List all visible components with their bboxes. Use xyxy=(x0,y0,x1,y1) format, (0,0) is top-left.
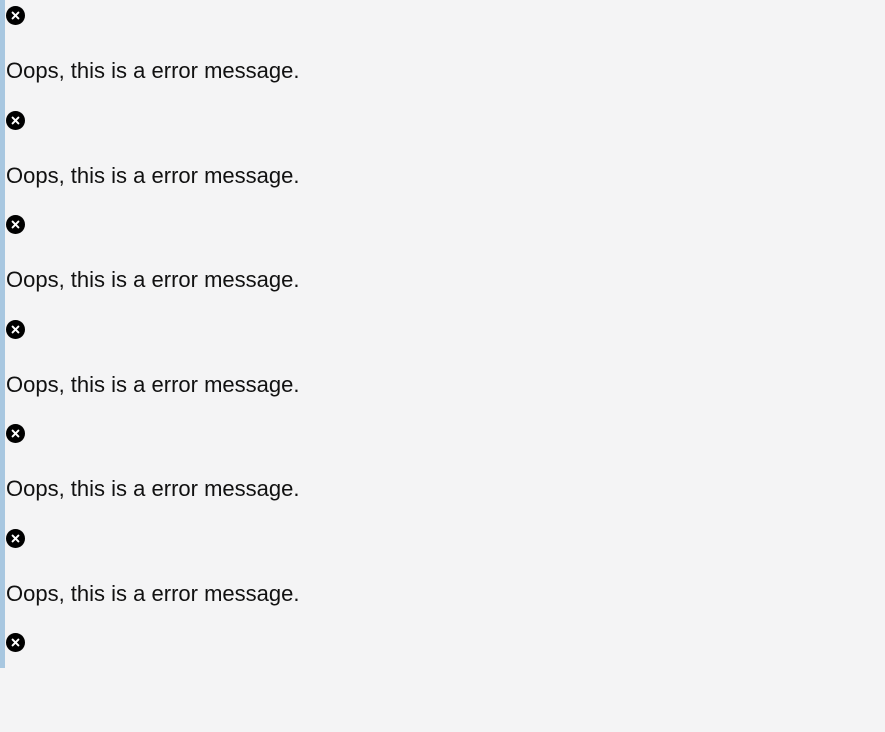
error-message-text: Oops, this is a error message. xyxy=(6,371,300,397)
close-icon xyxy=(11,11,20,20)
dismiss-button[interactable] xyxy=(6,528,25,548)
error-message xyxy=(6,627,885,732)
error-message-text: Oops, this is a error message. xyxy=(6,58,300,83)
close-icon xyxy=(11,325,20,333)
close-icon xyxy=(11,638,20,647)
error-message-text: Oops, this is a error message. xyxy=(6,162,300,188)
error-message: Oops, this is a error message. xyxy=(6,209,885,314)
error-message: Oops, this is a error message. xyxy=(6,314,885,419)
dismiss-button[interactable] xyxy=(6,633,25,652)
close-icon xyxy=(11,220,20,229)
error-message: Oops, this is a error message. xyxy=(6,418,885,523)
dismiss-button[interactable] xyxy=(6,424,25,443)
dismiss-button[interactable] xyxy=(6,319,25,339)
error-message: Oops, this is a error message. xyxy=(6,523,885,628)
left-accent-bar xyxy=(0,0,5,668)
dismiss-button[interactable] xyxy=(6,215,25,234)
dismiss-button[interactable] xyxy=(6,110,25,130)
error-message: Oops, this is a error message. xyxy=(6,105,885,210)
error-message-list: Oops, this is a error message. Oops, thi… xyxy=(6,0,885,732)
error-message-text: Oops, this is a error message. xyxy=(6,476,300,501)
error-message-text: Oops, this is a error message. xyxy=(6,267,300,292)
dismiss-button[interactable] xyxy=(6,6,25,25)
error-message-text: Oops, this is a error message. xyxy=(6,580,300,606)
close-icon xyxy=(11,116,20,124)
close-icon xyxy=(11,534,20,542)
error-message: Oops, this is a error message. xyxy=(6,0,885,105)
close-icon xyxy=(11,429,20,438)
